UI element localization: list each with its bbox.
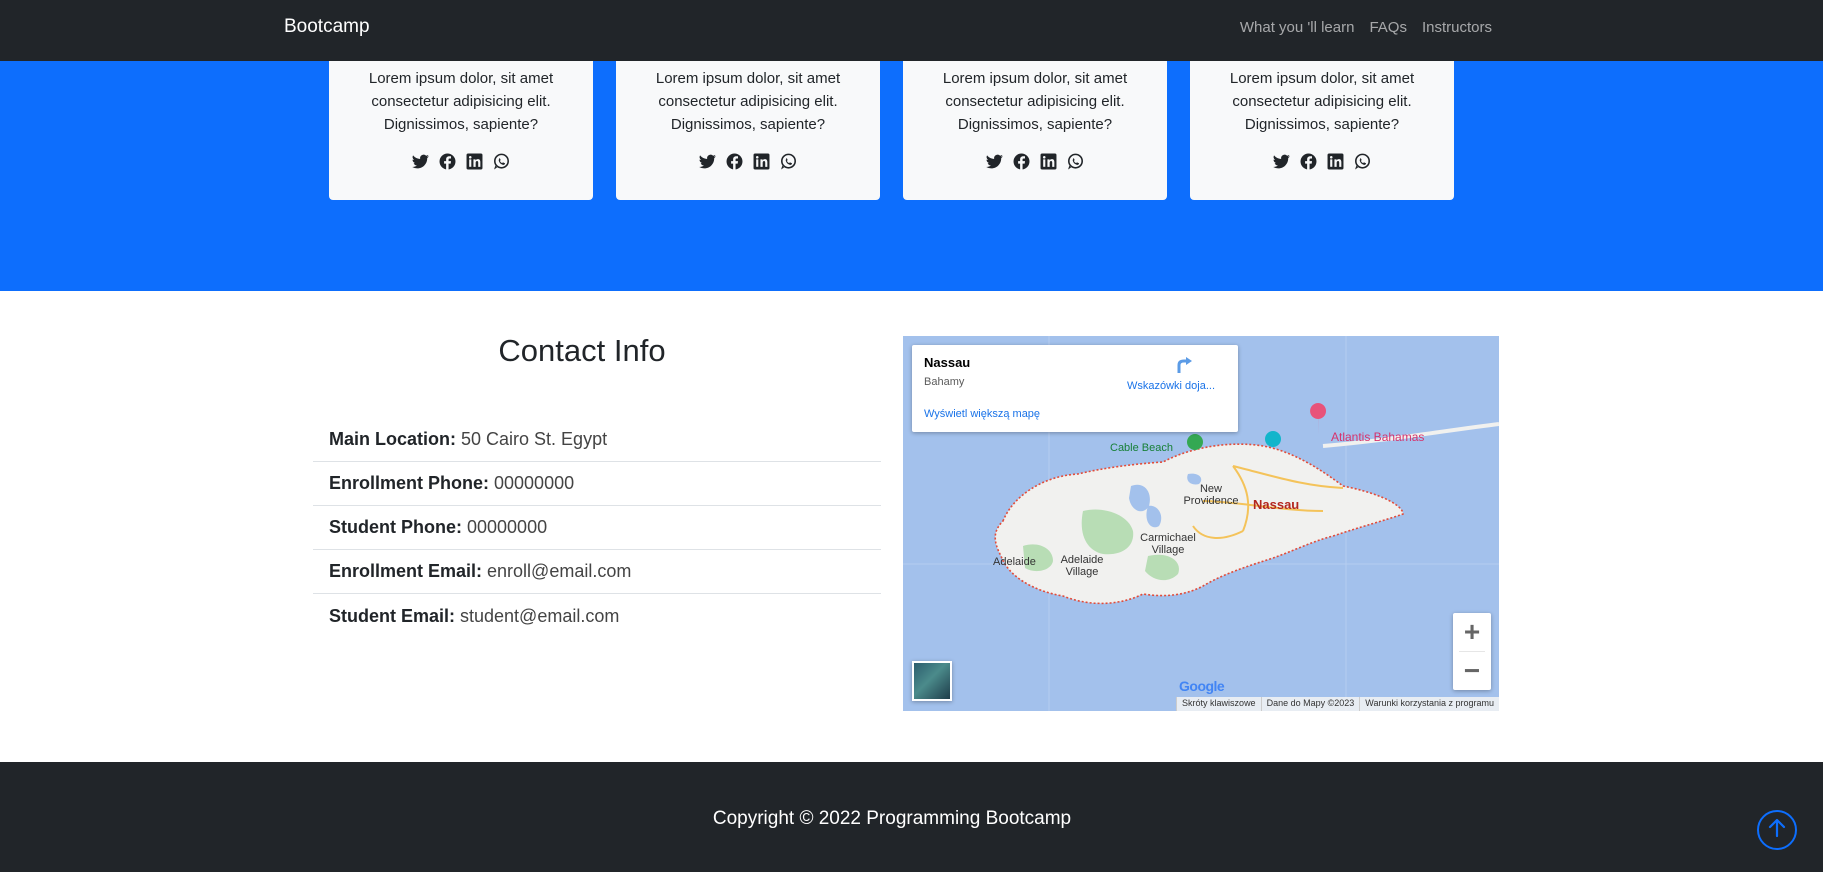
map-label-new-providence: New Providence xyxy=(1183,483,1239,507)
whatsapp-icon[interactable] xyxy=(1067,153,1084,170)
instructor-card: Lorem ipsum dolor, sit amet consectetur … xyxy=(903,61,1167,200)
contact-label: Student Email: xyxy=(329,605,456,626)
map-place-name: Nassau xyxy=(924,355,971,370)
google-logo: Google xyxy=(1179,678,1225,694)
instructor-bio: Lorem ipsum dolor, sit amet consectetur … xyxy=(1229,70,1415,133)
map-label-cable-beach: Cable Beach xyxy=(1110,442,1173,454)
contact-value: enroll@email.com xyxy=(487,561,632,581)
nav-link-instructors[interactable]: Instructors xyxy=(1422,19,1492,36)
instructor-bio: Lorem ipsum dolor, sit amet consectetur … xyxy=(368,70,554,133)
camera-marker xyxy=(1265,431,1281,447)
twitter-icon[interactable] xyxy=(412,153,429,170)
social-icons xyxy=(329,153,593,170)
map-label-nassau: Nassau xyxy=(1253,497,1300,512)
contact-label: Enrollment Email: xyxy=(329,561,483,581)
navbar: Bootcamp What you 'll learn FAQs Instruc… xyxy=(0,0,1823,61)
brand-logo[interactable]: Bootcamp xyxy=(284,16,370,38)
contact-label: Student Phone: xyxy=(329,517,462,537)
terms-of-use-link[interactable]: Warunki korzystania z programu xyxy=(1359,697,1499,711)
map-footer: Skróty klawiszowe Dane do Mapy ©2023 War… xyxy=(1176,697,1499,711)
contact-label: Enrollment Phone: xyxy=(329,473,490,493)
twitter-icon[interactable] xyxy=(986,153,1003,170)
facebook-icon[interactable] xyxy=(439,153,456,170)
facebook-icon[interactable] xyxy=(1013,153,1030,170)
directions-icon[interactable] xyxy=(1174,355,1194,375)
instructor-card: Lorem ipsum dolor, sit amet consectetur … xyxy=(1190,61,1454,200)
linkedin-icon[interactable] xyxy=(753,153,770,170)
map-layer-toggle-button[interactable] xyxy=(912,661,952,701)
whatsapp-icon[interactable] xyxy=(1354,153,1371,170)
twitter-icon[interactable] xyxy=(699,153,716,170)
facebook-icon[interactable] xyxy=(726,153,743,170)
instructor-card: Lorem ipsum dolor, sit amet consectetur … xyxy=(329,61,593,200)
footer: Copyright © 2022 Programming Bootcamp xyxy=(0,762,1823,872)
contact-value: 00000000 xyxy=(467,517,548,537)
contact-value: student@email.com xyxy=(460,605,620,626)
social-icons xyxy=(616,153,880,170)
contact-list: Main Location: 50 Cairo St. Egypt Enroll… xyxy=(313,418,881,638)
social-icons xyxy=(1190,153,1454,170)
contact-value: 00000000 xyxy=(494,473,575,493)
map-label-carmichael: Carmichael Village xyxy=(1140,532,1196,556)
social-icons xyxy=(903,153,1167,170)
contact-item-main-location: Main Location: 50 Cairo St. Egypt xyxy=(313,418,881,462)
instructors-section: Lorem ipsum dolor, sit amet consectetur … xyxy=(0,61,1823,291)
contact-item-enrollment-phone: Enrollment Phone: 00000000 xyxy=(313,462,881,506)
arrow-up-icon xyxy=(1765,816,1789,845)
instructor-bio: Lorem ipsum dolor, sit amet consectetur … xyxy=(655,70,841,133)
map-label-adelaide: Adelaide xyxy=(993,556,1036,568)
contact-item-student-email: Student Email: student@email.com xyxy=(313,594,881,638)
contact-value: 50 Cairo St. Egypt xyxy=(461,429,608,449)
nav-link-what-you-learn[interactable]: What you 'll learn xyxy=(1240,19,1355,36)
embedded-map[interactable]: Cable Beach Atlantis Bahamas New Provide… xyxy=(903,336,1499,711)
scroll-to-top-button[interactable] xyxy=(1757,810,1797,850)
nav-link-faqs[interactable]: FAQs xyxy=(1369,19,1407,36)
linkedin-icon[interactable] xyxy=(466,153,483,170)
contact-title: Contact Info xyxy=(498,333,666,368)
whatsapp-icon[interactable] xyxy=(493,153,510,170)
map-data-attribution: Dane do Mapy ©2023 xyxy=(1260,697,1360,711)
directions-link[interactable]: Wskazówki doja... xyxy=(1127,380,1215,392)
map-zoom-control: + − xyxy=(1453,613,1491,690)
map-info-card: Nassau Bahamy Wyświetl większą mapę Wska… xyxy=(912,345,1238,432)
facebook-icon[interactable] xyxy=(1300,153,1317,170)
view-larger-map-link[interactable]: Wyświetl większą mapę xyxy=(924,408,1040,420)
copyright-text: Copyright © 2022 Programming Bootcamp xyxy=(712,808,1072,829)
map-place-country: Bahamy xyxy=(924,376,965,388)
contact-item-student-phone: Student Phone: 00000000 xyxy=(313,506,881,550)
cable-beach-marker xyxy=(1187,434,1203,450)
keyboard-shortcuts-link[interactable]: Skróty klawiszowe xyxy=(1176,697,1261,711)
linkedin-icon[interactable] xyxy=(1327,153,1344,170)
contact-item-enrollment-email: Enrollment Email: enroll@email.com xyxy=(313,550,881,594)
contact-label: Main Location: xyxy=(329,429,456,449)
twitter-icon[interactable] xyxy=(1273,153,1290,170)
zoom-in-button[interactable]: + xyxy=(1453,613,1491,651)
map-label-atlantis: Atlantis Bahamas xyxy=(1331,430,1425,444)
whatsapp-icon[interactable] xyxy=(780,153,797,170)
linkedin-icon[interactable] xyxy=(1040,153,1057,170)
instructor-card: Lorem ipsum dolor, sit amet consectetur … xyxy=(616,61,880,200)
instructor-bio: Lorem ipsum dolor, sit amet consectetur … xyxy=(942,70,1128,133)
zoom-out-button[interactable]: − xyxy=(1453,652,1491,690)
nav-links: What you 'll learn FAQs Instructors xyxy=(1240,19,1492,36)
map-label-adelaide-village: Adelaide Village xyxy=(1060,554,1104,578)
